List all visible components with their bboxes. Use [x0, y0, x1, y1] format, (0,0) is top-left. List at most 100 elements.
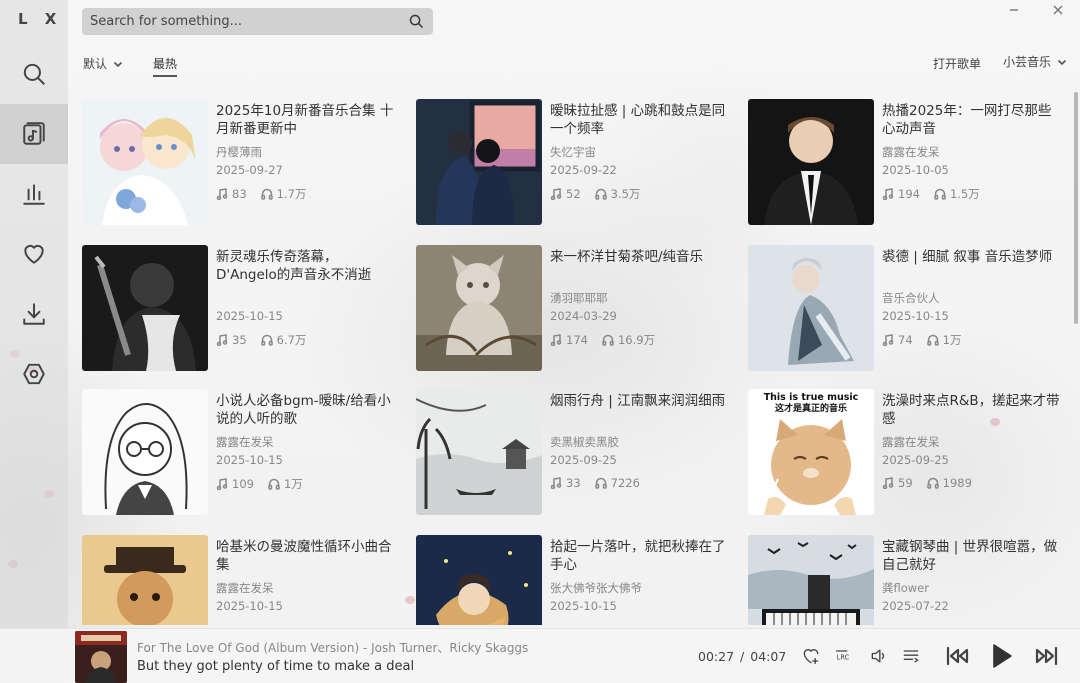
play-button[interactable]	[986, 641, 1016, 671]
song-count-value: 109	[232, 477, 254, 491]
music-note-icon	[882, 188, 894, 200]
playlist-card[interactable]: 裘德 | 细腻 叙事 音乐造梦师 音乐合伙人 2025-10-15 74 1万	[748, 245, 1068, 371]
headphones-icon	[934, 188, 946, 200]
sidebar-item-favorites[interactable]	[0, 224, 68, 284]
playlist-cover	[748, 245, 874, 371]
play-count-value: 1万	[942, 333, 962, 347]
play-count: 1万	[268, 476, 303, 492]
playlist-card[interactable]: 新灵魂乐传奇落幕，D'Angelo的声音永不消逝 2025-10-15 35 6…	[82, 245, 402, 371]
minimize-button[interactable]	[996, 0, 1032, 20]
play-count-value: 1.7万	[276, 187, 307, 201]
playlist-card[interactable]: 2025年10月新番音乐合集 十月新番更新中 丹樱薄雨 2025-09-27 8…	[82, 99, 402, 225]
playlist-title: 暧昧拉扯感 | 心跳和鼓点是同一个频率	[550, 103, 726, 137]
music-note-icon	[216, 478, 228, 490]
playlist-author: 露露在发呆	[882, 435, 940, 449]
close-icon	[1053, 5, 1063, 15]
playlist-title: 宝藏钢琴曲 | 世界很喧嚣，做自己就好	[882, 539, 1058, 573]
previous-button[interactable]	[940, 641, 974, 671]
playlist-card[interactable]: 暧昧拉扯感 | 心跳和鼓点是同一个频率 失忆宇宙 2025-09-22 52 3…	[416, 99, 736, 225]
music-note-icon	[216, 188, 228, 200]
sidebar-item-search[interactable]	[0, 44, 68, 104]
sidebar-item-settings[interactable]	[0, 344, 68, 404]
playlist-title: 裘德 | 细腻 叙事 音乐造梦师	[882, 249, 1053, 265]
time-separator: /	[740, 649, 745, 664]
playlist-queue-button[interactable]	[898, 643, 924, 669]
cover-caption: 这才是真正的音乐	[775, 402, 847, 414]
close-button[interactable]	[1040, 0, 1076, 20]
song-count: 35	[216, 332, 247, 348]
play-count: 1.7万	[260, 186, 307, 202]
play-count: 1989	[926, 476, 972, 490]
list-icon	[903, 650, 919, 663]
source-dropdown[interactable]: 小芸音乐	[1003, 53, 1067, 70]
play-count: 1.5万	[934, 186, 980, 202]
music-note-icon	[882, 334, 894, 346]
playlist-card[interactable]: 宝藏钢琴曲 | 世界很喧嚣，做自己就好 龚flower 2025-07-22	[748, 535, 1068, 625]
headphones-icon	[594, 477, 607, 489]
playlist-card[interactable]: 烟雨行舟 | 江南飘来润润细雨 卖黑椒卖黑胶 2025-09-25 33 722…	[416, 389, 736, 515]
open-playlist-button[interactable]: 打开歌单	[933, 55, 981, 72]
playlist-date: 2025-09-25	[882, 453, 949, 467]
sidebar-item-songlist[interactable]	[0, 104, 68, 164]
playlist-card[interactable]: 热播2025年：一网打尽那些心动声音 露露在发呆 2025-10-05 194 …	[748, 99, 1068, 225]
playlist-author: 丹樱薄雨	[216, 145, 262, 159]
song-count-value: 52	[566, 187, 581, 201]
playlist-card[interactable]: 来一杯洋甘菊茶吧/纯音乐 湧羽耶耶耶 2024-03-29 174 16.9万	[416, 245, 736, 371]
search-icon[interactable]	[408, 13, 425, 30]
playlist-author: 音乐合伙人	[882, 291, 940, 305]
player-bar: For The Love Of God (Album Version) - Jo…	[0, 628, 1080, 683]
headphones-icon	[268, 478, 280, 490]
play-count: 3.5万	[594, 186, 640, 202]
play-count-value: 1989	[942, 476, 972, 490]
playlist-date: 2025-09-22	[550, 163, 617, 177]
lyrics-icon: LRC	[836, 650, 850, 661]
playlist-date: 2025-10-05	[882, 163, 949, 177]
playlist-card[interactable]: This is true music 这才是真正的音乐 洗澡时来点R&B，搓起来…	[748, 389, 1068, 515]
play-count-value: 1.5万	[949, 187, 980, 201]
heart-icon	[24, 244, 44, 264]
next-button[interactable]	[1030, 641, 1064, 671]
search-input[interactable]	[90, 14, 408, 29]
song-count-value: 74	[898, 333, 913, 347]
chevron-down-icon	[1057, 59, 1067, 65]
playlist-card[interactable]: 拾起一片落叶，就把秋捧在了手心 张大佛爷张大佛爷 2025-10-15	[416, 535, 736, 625]
playlist-date: 2025-09-27	[216, 163, 283, 177]
play-count: 1万	[926, 332, 962, 348]
playlist-date: 2025-10-15	[216, 309, 283, 323]
playlist-date: 2025-10-15	[216, 453, 283, 467]
add-to-favorites-button[interactable]	[798, 643, 824, 669]
playlist-date: 2025-07-22	[882, 599, 949, 613]
search-box	[82, 8, 433, 35]
song-count: 83	[216, 186, 247, 202]
sidebar-item-leaderboard[interactable]	[0, 164, 68, 224]
cover-caption: This is true music	[764, 392, 859, 403]
sort-dropdown[interactable]: 默认	[83, 55, 123, 72]
sidebar-item-download[interactable]	[0, 284, 68, 344]
scrollbar[interactable]	[1074, 92, 1078, 324]
playlist-stats: 33 7226	[550, 476, 640, 490]
volume-icon	[871, 649, 885, 663]
lyrics-label: LRC	[837, 653, 850, 661]
settings-icon	[23, 363, 45, 385]
playlist-stats: 194 1.5万	[882, 186, 980, 202]
play-count-value: 1万	[283, 477, 303, 491]
tab-hot[interactable]: 最热	[153, 55, 178, 77]
music-note-icon	[216, 334, 228, 346]
now-playing-cover[interactable]	[75, 631, 127, 683]
headphones-icon	[260, 188, 273, 200]
skip-previous-icon	[946, 646, 969, 666]
volume-button[interactable]	[866, 643, 892, 669]
playlist-cover	[82, 245, 208, 371]
playlist-author: 露露在发呆	[216, 581, 274, 595]
lyrics-button[interactable]: LRC	[832, 643, 858, 669]
headphones-icon	[926, 477, 939, 489]
playlist-stats: 35 6.7万	[216, 332, 306, 348]
playlist-cover: This is true music 这才是真正的音乐	[748, 389, 874, 515]
play-count-value: 6.7万	[276, 333, 307, 347]
minimize-icon	[1010, 9, 1018, 11]
playlist-date: 2025-10-15	[216, 599, 283, 613]
playlist-stats: 52 3.5万	[550, 186, 640, 202]
playlist-card[interactable]: 哈基米の曼波魔性循环小曲合集 露露在发呆 2025-10-15	[82, 535, 402, 625]
playlist-title: 来一杯洋甘菊茶吧/纯音乐	[550, 249, 704, 265]
playlist-card[interactable]: 小说人必备bgm-暧昧/给看小说的人听的歌 露露在发呆 2025-10-15 1…	[82, 389, 402, 515]
